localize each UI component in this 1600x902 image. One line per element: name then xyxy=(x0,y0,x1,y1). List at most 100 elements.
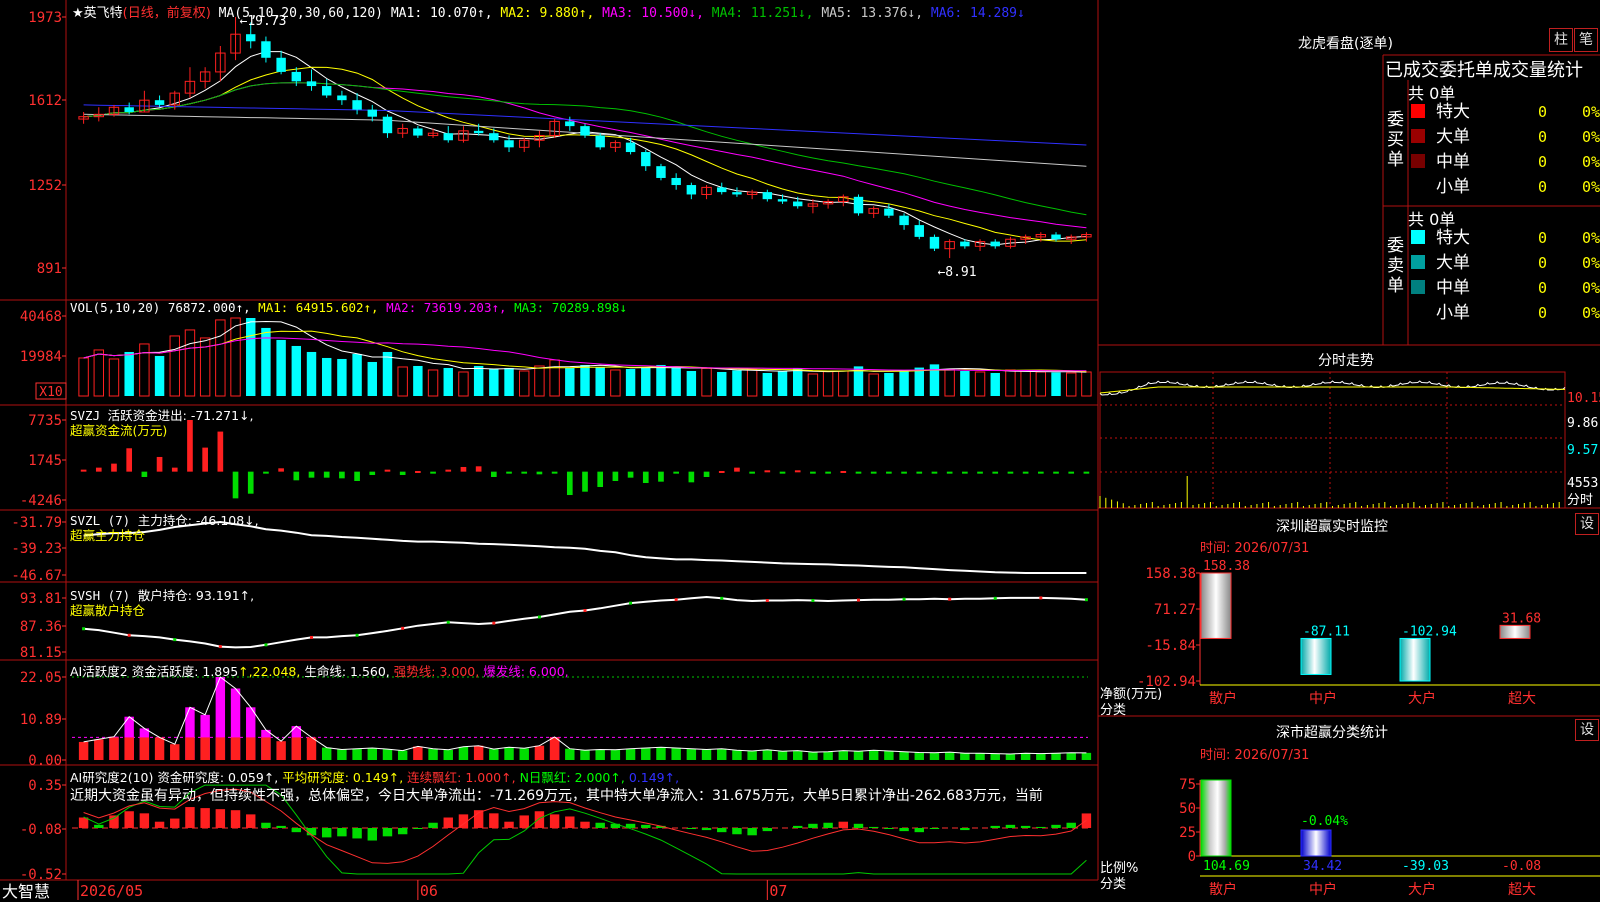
activity-bar-low xyxy=(504,747,514,760)
research-bar xyxy=(230,810,241,828)
sz-classify-tick: 75 xyxy=(1179,777,1196,793)
sell-side-label: 委卖单 xyxy=(1387,236,1404,296)
ai-research-text3: 连续飘红: 1.000↑, xyxy=(407,770,516,785)
sz-monitor-value: -102.94 xyxy=(1402,624,1457,639)
sz-monitor-tick: 71.27 xyxy=(1154,602,1196,618)
activity-bar-low xyxy=(701,749,712,760)
research-bar xyxy=(534,811,545,828)
activity-bar-low xyxy=(717,748,727,760)
vol-bar-down xyxy=(717,371,727,396)
chart-canvas[interactable]: 197316121252891←19.73←8.914046819984X107… xyxy=(0,0,1600,900)
ma2-value: MA2: 9.880↑, xyxy=(500,6,595,21)
research-bar xyxy=(565,816,575,828)
fund-flow-bar xyxy=(688,471,695,483)
order-count: 0 xyxy=(1538,153,1547,171)
research-bar xyxy=(1005,824,1016,828)
fund-flow-bar xyxy=(111,463,117,472)
ai-research-tick: -0.08 xyxy=(20,822,62,838)
retail-dot xyxy=(355,633,359,637)
retail-holding-line xyxy=(83,595,1087,649)
activity-bar-low xyxy=(595,749,605,760)
column-view-button[interactable]: 柱 xyxy=(1549,28,1573,52)
order-size-swatch xyxy=(1411,280,1425,294)
research-bar xyxy=(580,821,590,828)
intraday-avg-line xyxy=(1099,386,1565,394)
fund-flow-bar xyxy=(399,471,406,475)
fund-flow-bar xyxy=(1068,471,1075,474)
fund-flow-bar xyxy=(187,420,193,472)
vol-tick: 40468 xyxy=(20,309,62,325)
research-bar xyxy=(170,818,180,828)
sz-classify-bar xyxy=(1300,829,1332,857)
activity-bar-low xyxy=(975,753,985,760)
candle-down xyxy=(625,142,636,153)
fund-flow-bar xyxy=(202,447,208,472)
vol-bar-down xyxy=(337,358,347,396)
sz-monitor-bar xyxy=(1499,624,1531,639)
vol-bar-down xyxy=(914,367,924,396)
fund-flow-bar xyxy=(642,471,649,483)
research-bar xyxy=(808,823,818,828)
fund-flow-bar xyxy=(445,469,452,472)
ai-research-text2: 平均研究度: 0.149↑, xyxy=(282,770,404,785)
date-label: 06 xyxy=(420,882,438,900)
research-bar xyxy=(1036,826,1046,828)
activity-bar-base xyxy=(291,737,302,760)
sz-monitor-value: -87.11 xyxy=(1303,624,1350,639)
research-bar xyxy=(124,811,134,828)
candle-down xyxy=(124,107,134,112)
vol-bar-down xyxy=(671,367,681,396)
vol-bar-down xyxy=(321,357,332,396)
intraday-tick: 9.57 xyxy=(1567,443,1598,458)
fund-flow-bar xyxy=(840,470,847,473)
order-percent: 0% xyxy=(1582,279,1600,297)
order-size-name: 小单 xyxy=(1436,177,1470,197)
ai2-label: AI活跃度2 xyxy=(70,664,128,679)
activity-bar-low xyxy=(367,747,377,760)
ai-research-text5: 0.149↑, xyxy=(628,770,680,785)
candle-down xyxy=(762,192,773,200)
sell-total: 共 0单 xyxy=(1408,210,1456,229)
sz-monitor-value: 31.68 xyxy=(1502,611,1541,626)
dragon-title: 龙虎看盘(逐单) xyxy=(1298,36,1393,52)
ai2-tick: 22.05 xyxy=(20,670,62,686)
activity-bar-low xyxy=(489,749,499,760)
vol-bar-down xyxy=(565,367,575,396)
ai2-text1: 资金活跃度: 1.895 xyxy=(131,664,239,679)
vol-bar-down xyxy=(306,351,317,396)
retail-dot xyxy=(765,599,769,603)
candle-down xyxy=(595,135,605,148)
candle-down xyxy=(899,215,909,226)
research-bar xyxy=(291,827,302,833)
fund-flow-bar xyxy=(1022,471,1029,474)
vol-legend: VOL(5,10,20) 76872.000↑, MA1: 64915.602↑… xyxy=(70,300,627,315)
activity-bar-base xyxy=(124,737,134,760)
ai2-text2: ↑,22.048, xyxy=(238,664,301,679)
sz-monitor-settings-button[interactable]: 设 xyxy=(1575,513,1599,535)
stock-title: ★英飞特 xyxy=(72,6,123,21)
activity-bar-low xyxy=(610,749,621,760)
sz-monitor-value: 158.38 xyxy=(1203,559,1250,574)
retail-dot xyxy=(310,635,314,639)
fund-flow-bar xyxy=(323,471,330,478)
tick-view-button[interactable]: 笔 xyxy=(1574,28,1598,52)
vol-bar-down xyxy=(367,361,377,396)
candle-down xyxy=(990,241,1000,247)
retail-dot xyxy=(401,626,405,630)
activity-bar-base xyxy=(139,737,150,760)
fund-flow-bar xyxy=(977,471,983,474)
research-bar xyxy=(595,822,605,828)
research-bar xyxy=(929,827,940,830)
svsh-text: 散户持仓: 93.191↑, xyxy=(137,588,255,603)
vol-label: VOL(5,10,20) xyxy=(70,300,161,315)
ma20-line xyxy=(83,82,1087,229)
fund-flow-bar xyxy=(278,468,284,472)
fund-flow-bar xyxy=(612,471,619,481)
activity-bar-low xyxy=(808,752,818,760)
fund-flow-bar xyxy=(384,469,391,472)
fund-flow-bar xyxy=(962,471,968,474)
sz-classify-settings-button[interactable]: 设 xyxy=(1575,719,1599,741)
research-bar xyxy=(732,827,742,835)
price-tick: 1252 xyxy=(28,178,62,194)
activity-bar-mid xyxy=(94,739,104,760)
